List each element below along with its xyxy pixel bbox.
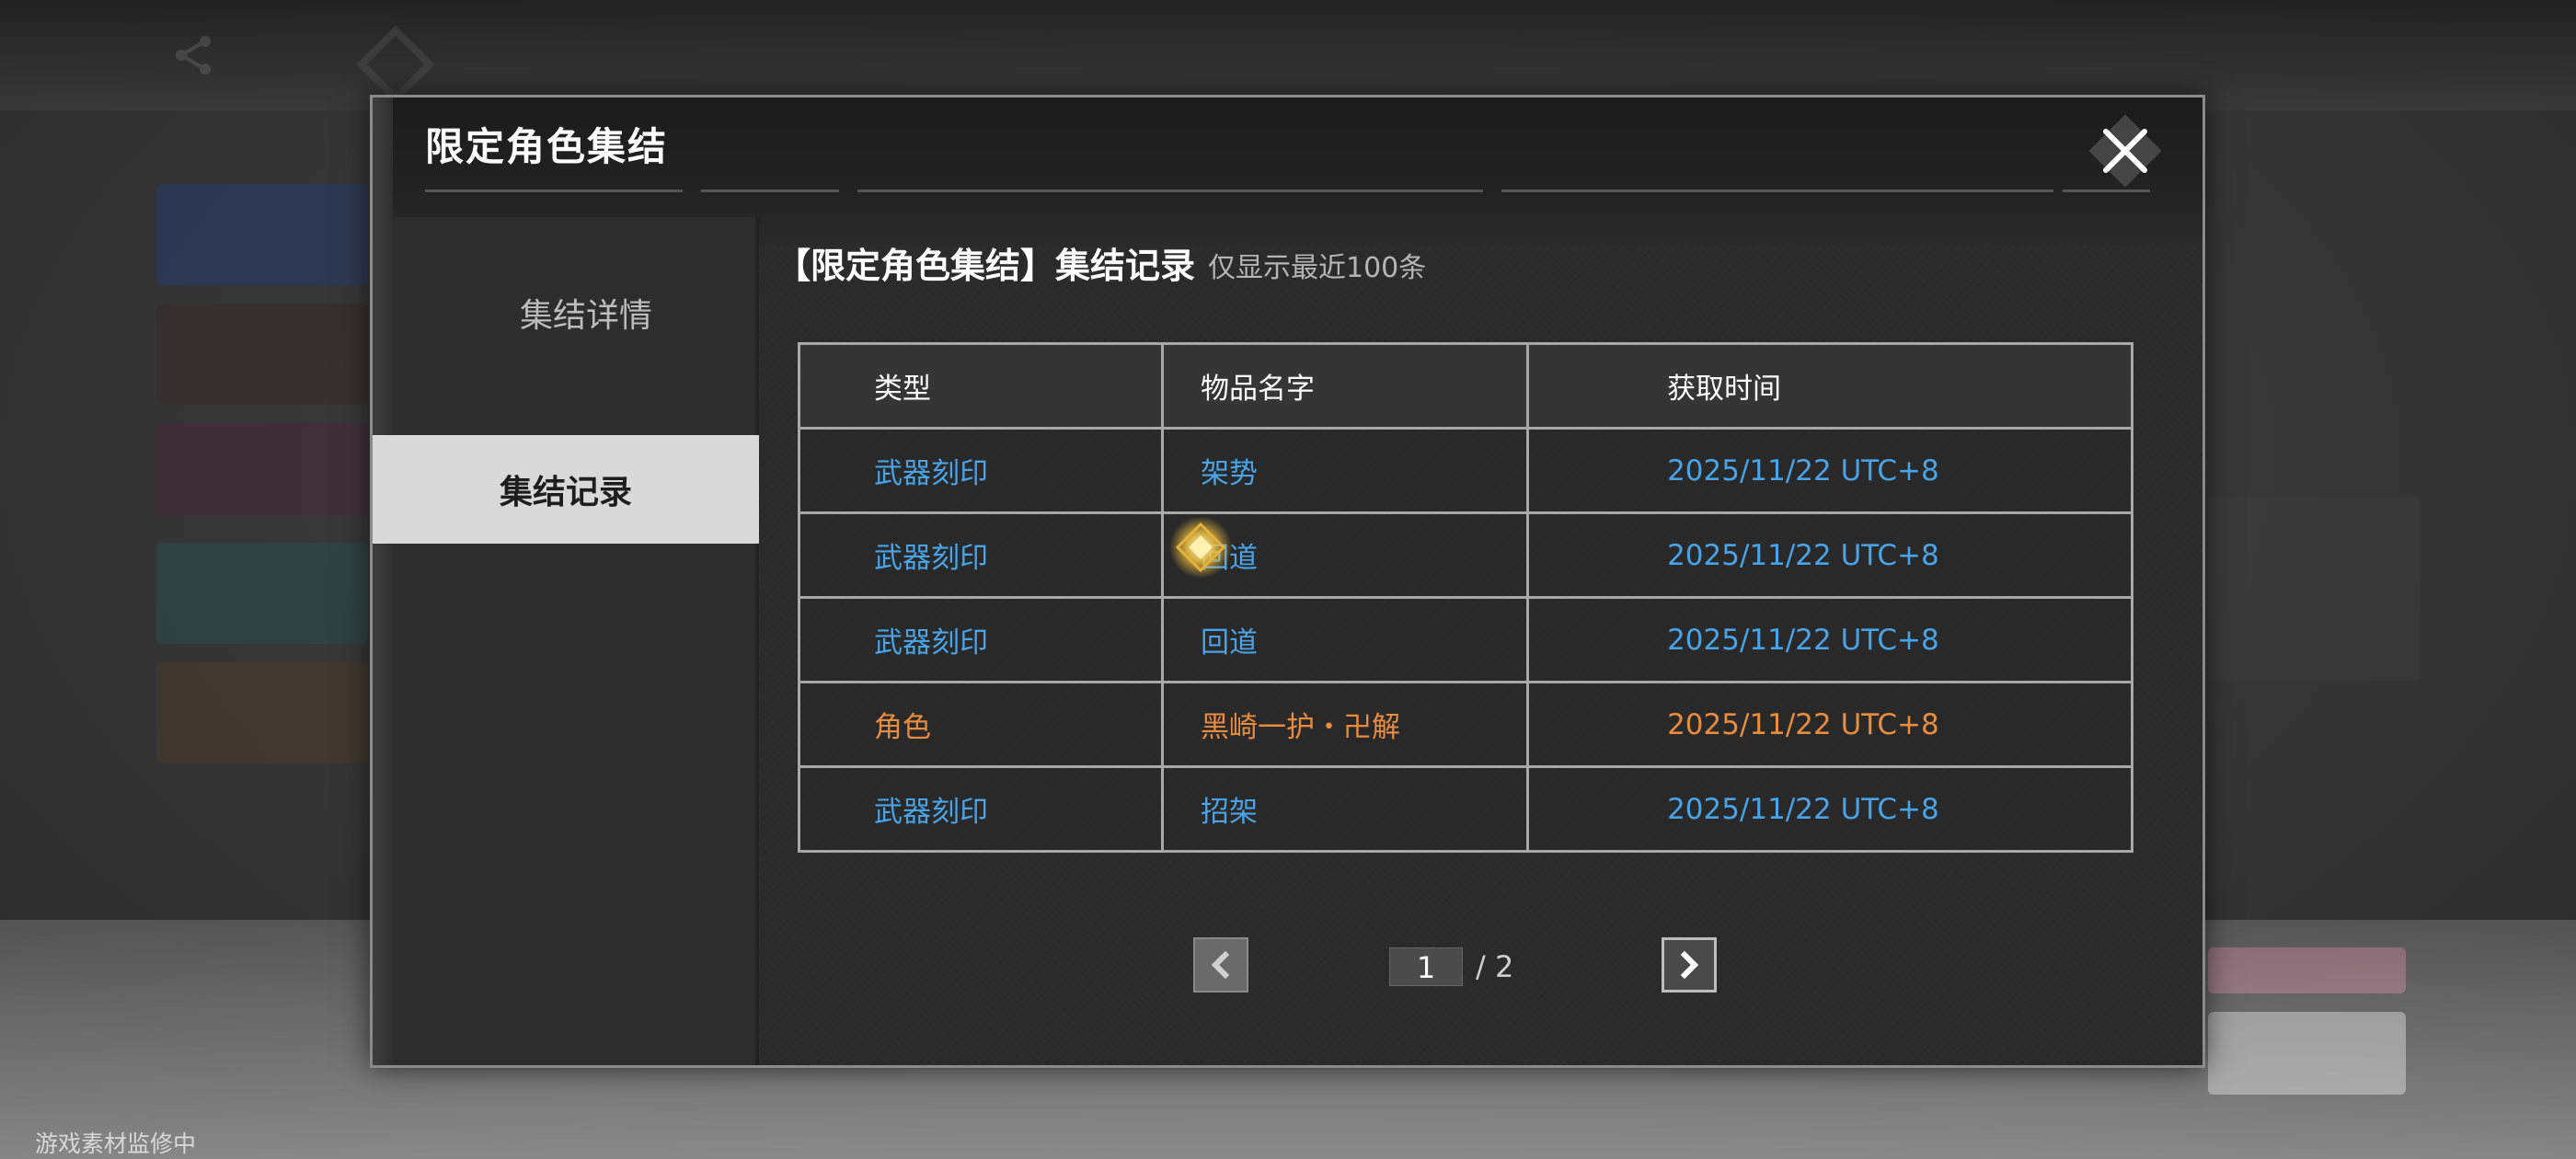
close-icon xyxy=(2103,129,2147,173)
records-table: 类型 物品名字 获取时间 武器刻印 架势 2025/11/22 UTC+8 武器… xyxy=(797,342,2133,853)
cell-type: 武器刻印 xyxy=(797,511,1165,599)
sidebar-item-records[interactable]: 集结记录 xyxy=(373,435,759,544)
header-divider xyxy=(701,189,839,192)
footer-note: 游戏素材监修中 xyxy=(35,1130,197,1157)
chevron-right-icon xyxy=(1680,950,1699,980)
table-row: 武器刻印 架势 2025/11/22 UTC+8 xyxy=(797,427,2133,514)
cell-time: 2025/11/22 UTC+8 xyxy=(1526,511,2133,599)
cell-item-name: 回道 xyxy=(1161,596,1530,683)
column-header-time: 获取时间 xyxy=(1526,342,2133,430)
background-card xyxy=(156,304,368,405)
background-card xyxy=(156,184,368,285)
cell-type: 武器刻印 xyxy=(797,765,1165,853)
background-card xyxy=(2208,497,2420,681)
total-pages-label: / 2 xyxy=(1476,949,1514,984)
column-header-item-name: 物品名字 xyxy=(1161,342,1530,430)
background-card xyxy=(156,543,368,644)
cell-time: 2025/11/22 UTC+8 xyxy=(1526,427,2133,514)
sparkle-icon xyxy=(1169,516,1232,579)
table-header-row: 类型 物品名字 获取时间 xyxy=(797,342,2133,430)
column-header-type: 类型 xyxy=(797,342,1165,430)
chevron-left-icon xyxy=(1211,950,1230,980)
table-row: 武器刻印 招架 2025/11/22 UTC+8 xyxy=(797,765,2133,853)
previous-page-button[interactable] xyxy=(1193,937,1248,993)
header-divider xyxy=(425,189,683,192)
records-title: 【限定角色集结】集结记录 xyxy=(776,246,1196,286)
header-divider xyxy=(1501,189,2053,192)
cell-type: 武器刻印 xyxy=(797,596,1165,683)
header-divider xyxy=(857,189,1483,192)
close-button[interactable] xyxy=(2086,114,2165,188)
current-page-indicator[interactable]: 1 xyxy=(1389,947,1463,986)
cell-item-name: 架势 xyxy=(1161,427,1530,514)
sidebar-item-details[interactable]: 集结详情 xyxy=(393,258,779,367)
cell-item-name: 黑崎一护・卍解 xyxy=(1161,681,1530,768)
header-divider xyxy=(2063,189,2150,192)
table-row: 角色 黑崎一护・卍解 2025/11/22 UTC+8 xyxy=(797,681,2133,768)
cell-item-name: 招架 xyxy=(1161,765,1530,853)
cell-time: 2025/11/22 UTC+8 xyxy=(1526,765,2133,853)
cell-type: 武器刻印 xyxy=(797,427,1165,514)
cell-type: 角色 xyxy=(797,681,1165,768)
cell-time: 2025/11/22 UTC+8 xyxy=(1526,596,2133,683)
table-row: 武器刻印 回道 2025/11/22 UTC+8 xyxy=(797,596,2133,683)
background-card xyxy=(156,423,368,515)
modal-left-edge xyxy=(373,98,393,1065)
modal-title: 限定角色集结 xyxy=(425,124,669,169)
next-page-button[interactable] xyxy=(1662,937,1717,993)
background-card xyxy=(156,662,368,763)
cell-time: 2025/11/22 UTC+8 xyxy=(1526,681,2133,768)
records-subtitle: 仅显示最近100条 xyxy=(1208,252,1427,284)
share-icon xyxy=(176,36,211,75)
table-row: 武器刻印 回道 2025/11/22 UTC+8 xyxy=(797,511,2133,599)
sidebar: 集结详情 集结记录 xyxy=(373,217,759,1065)
